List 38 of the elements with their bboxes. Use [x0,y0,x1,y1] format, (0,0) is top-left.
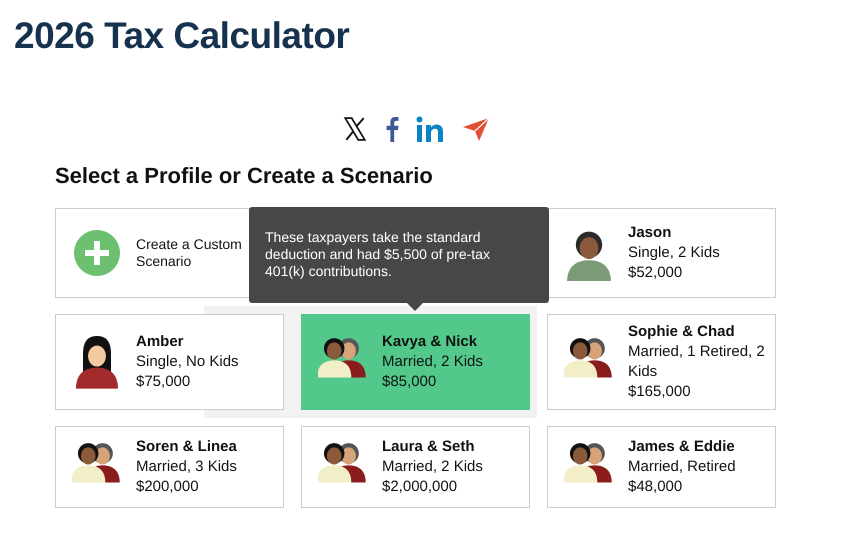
page-title: 2026 Tax Calculator [13,14,350,58]
profile-details: Single, No Kids [136,352,239,372]
profile-income: $48,000 [628,477,684,497]
tooltip: These taxpayers take the standard deduction and had $5,500 of pre-tax 401(k) contributions. [249,207,549,303]
profile-name: Soren & Linea [136,437,237,457]
linkedin-icon[interactable] [416,116,446,142]
profile-name: Laura & Seth [382,437,476,457]
profile-card[interactable]: Amber Single, No Kids $75,000 [55,314,284,410]
profile-card[interactable]: Laura & Seth Married, 2 Kids $2,000,000 [301,426,530,508]
profile-card[interactable]: Sophie & Chad Married, 1 Retired, 2 Kids $165,000 [547,314,776,410]
profile-name: Create a Custom Scenario [136,236,243,270]
profile-name: Amber [136,332,185,352]
profile-name: James & Eddie [628,437,736,457]
profile-card[interactable]: Jason Single, 2 Kids $52,000 [547,208,776,298]
profile-name: Kavya & Nick [382,332,478,352]
profile-card[interactable]: Soren & Linea Married, 3 Kids $200,000 [55,426,284,508]
profile-details: Married, 2 Kids [382,457,483,477]
profile-income: $52,000 [628,263,684,283]
profile-income: $75,000 [136,372,192,392]
paper-plane-icon[interactable] [462,116,490,142]
profile-card[interactable]: James & Eddie Married, Retired $48,000 [547,426,776,508]
profile-details: Married, 3 Kids [136,457,237,477]
profile-details: Married, Retired [628,457,736,477]
profile-details: Married, 1 Retired, 2 Kids [628,342,765,382]
profile-income: $165,000 [628,382,692,402]
profile-name: Jason [628,223,672,243]
profile-card[interactable]: Kavya & Nick Married, 2 Kids $85,000 [301,314,530,410]
section-heading: Select a Profile or Create a Scenario [55,162,434,190]
x-logo-icon[interactable] [342,116,368,142]
plus-icon [72,230,122,276]
profile-income: $2,000,000 [382,477,458,497]
profile-details: Single, 2 Kids [628,243,720,263]
tooltip-pointer-icon [407,303,423,311]
facebook-icon[interactable] [384,116,400,142]
profile-income: $200,000 [136,477,200,497]
profile-income: $85,000 [382,372,438,392]
profile-details: Married, 2 Kids [382,352,483,372]
profile-name: Sophie & Chad [628,322,736,342]
